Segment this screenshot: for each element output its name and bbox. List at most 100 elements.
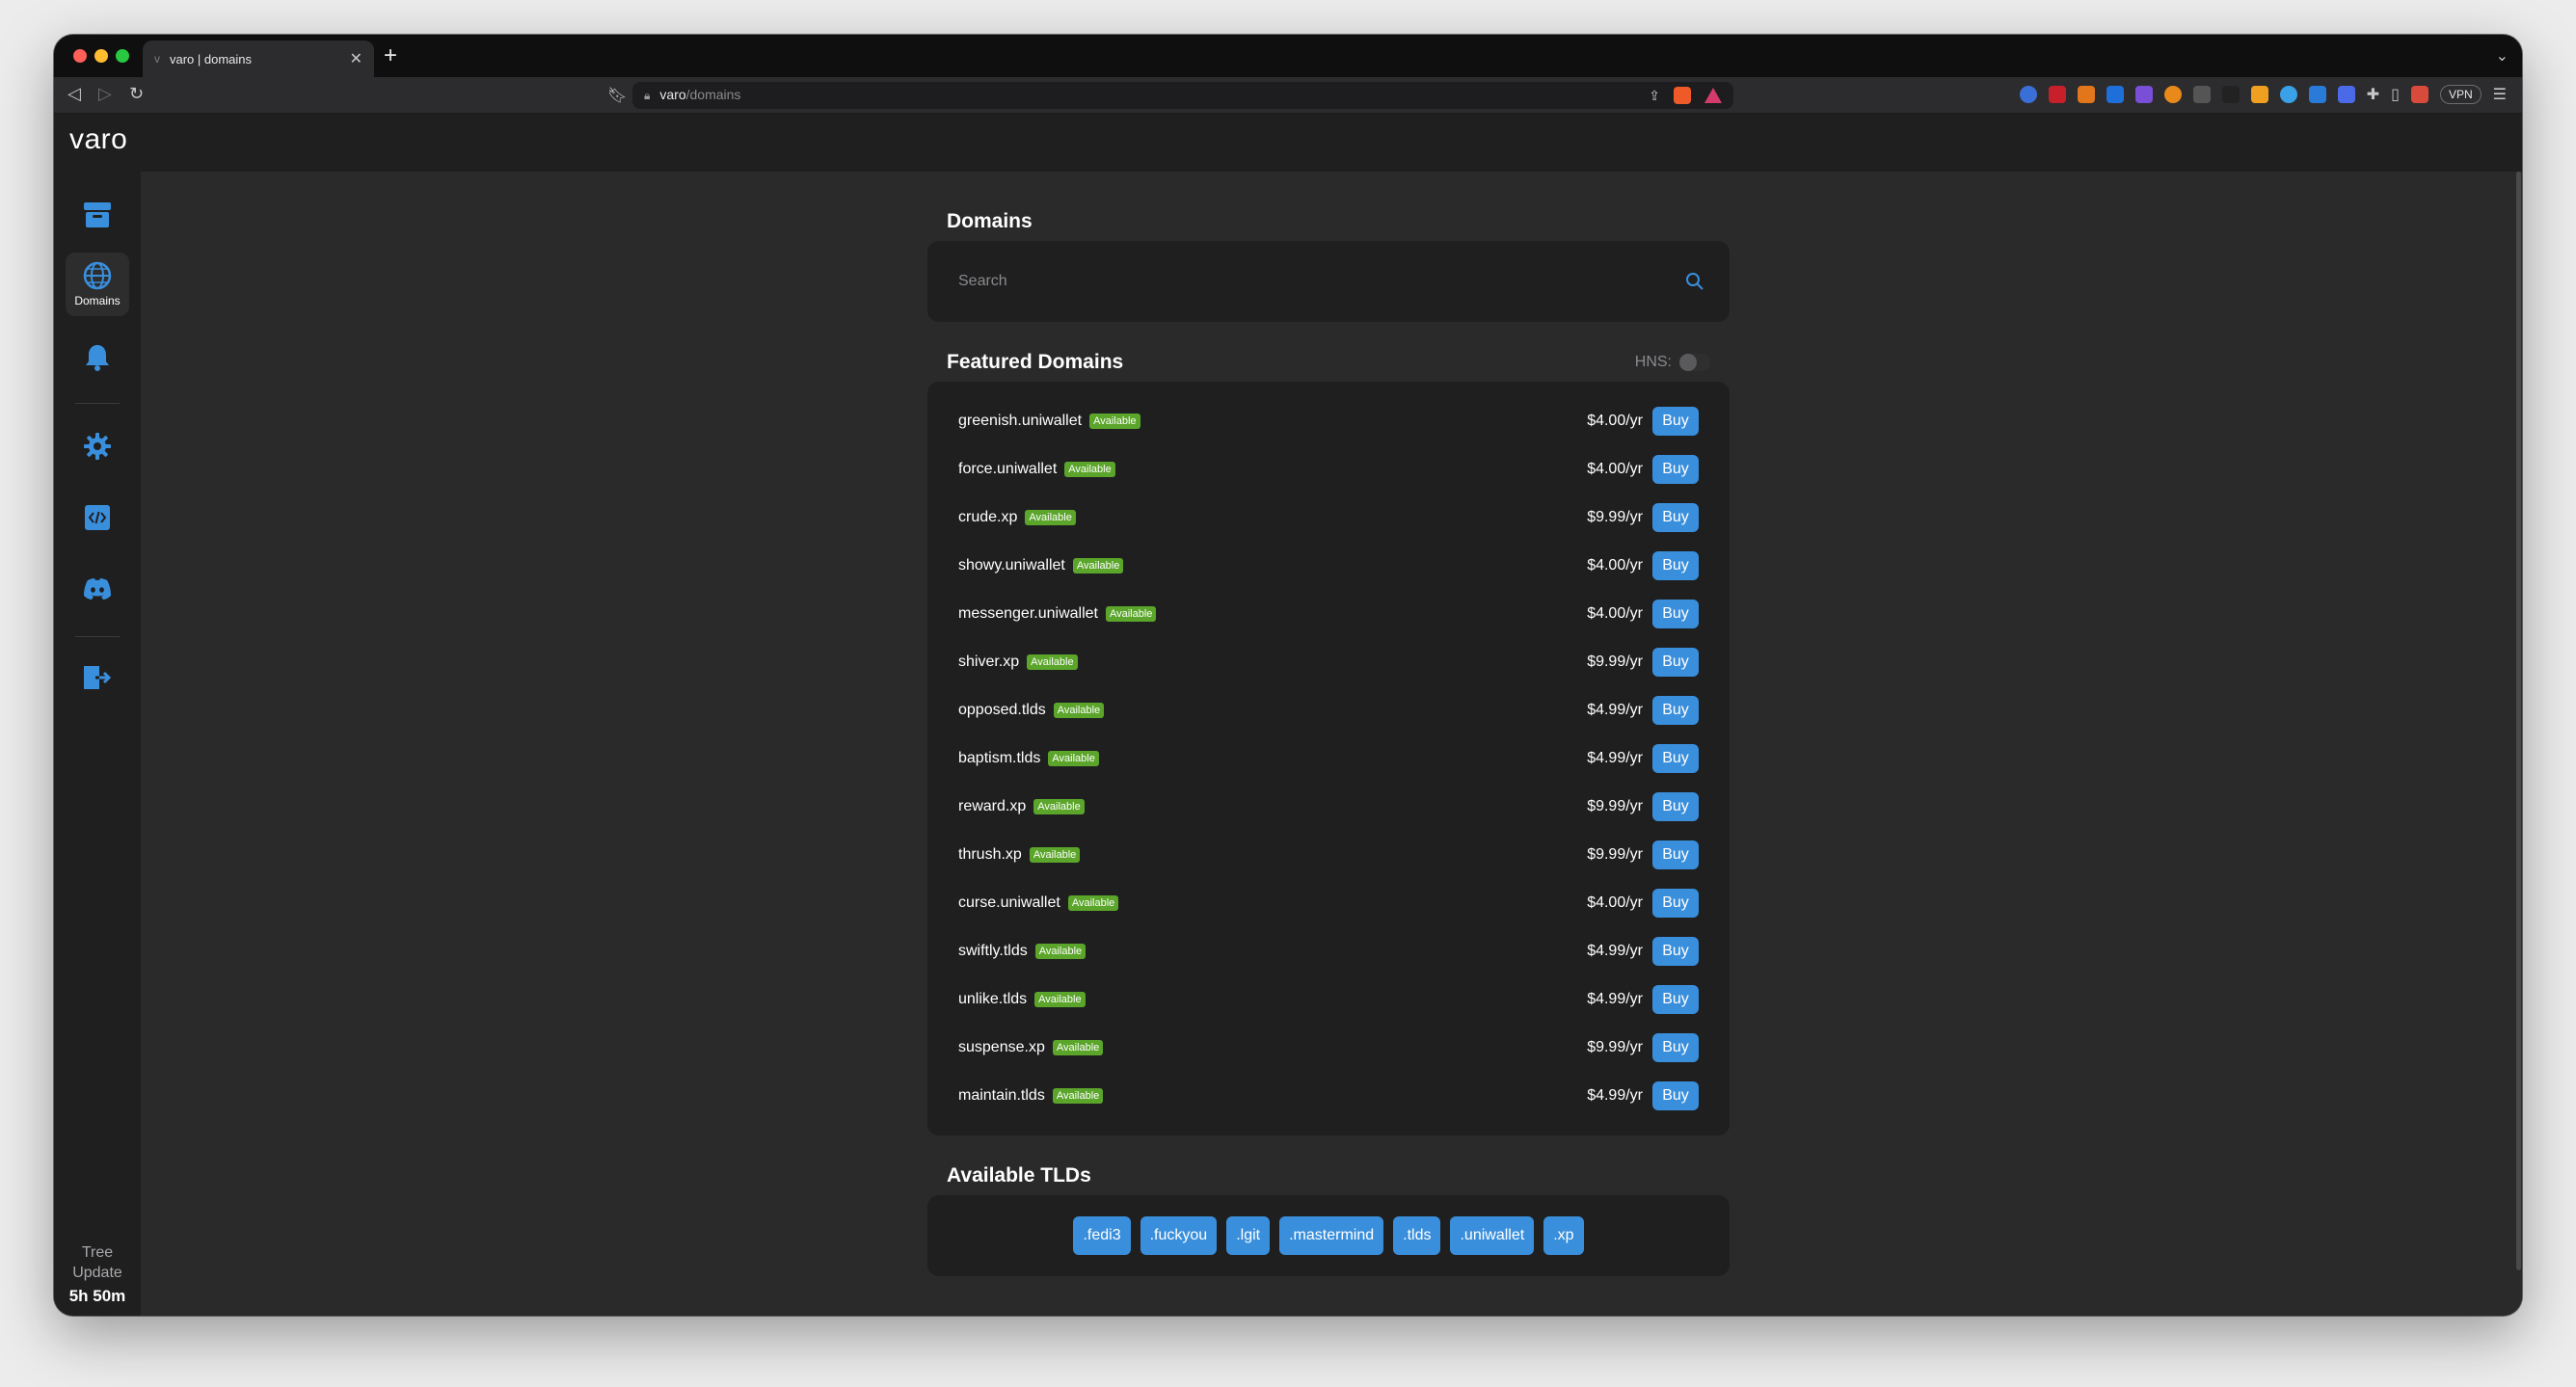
bookmark-icon[interactable]: 🔖︎ [607, 86, 627, 105]
back-button[interactable]: ◁ [67, 84, 81, 104]
forward-button[interactable]: ▷ [98, 84, 112, 104]
buy-button[interactable]: Buy [1652, 985, 1699, 1014]
featured-header: Featured Domains HNS: [927, 351, 1730, 374]
brand-logo[interactable]: varo [69, 123, 127, 156]
minimize-window-button[interactable] [94, 49, 108, 63]
buy-button[interactable]: Buy [1652, 1033, 1699, 1062]
domain-price: $4.99/yr [1587, 943, 1643, 959]
buy-button[interactable]: Buy [1652, 792, 1699, 821]
close-tab-icon[interactable]: ✕ [350, 49, 362, 68]
domain-name[interactable]: shiver.xp [958, 653, 1019, 671]
extension-blue-icon[interactable] [2279, 86, 2297, 103]
domain-name[interactable]: suspense.xp [958, 1039, 1045, 1056]
hns-toggle[interactable] [1679, 354, 1710, 371]
domain-price: $4.00/yr [1587, 605, 1643, 622]
domain-name[interactable]: thrush.xp [958, 846, 1022, 864]
menu-icon[interactable]: ☰ [2493, 85, 2507, 104]
domain-name[interactable]: curse.uniwallet [958, 894, 1060, 912]
tab-list-chevron-icon[interactable]: ⌄ [2496, 46, 2509, 66]
buy-button[interactable]: Buy [1652, 696, 1699, 725]
browser-window: v varo | domains ✕ + ⌄ ◁ ▷ ↻ 🔖︎ 🔒︎ varo/… [54, 35, 2522, 1316]
buy-button[interactable]: Buy [1652, 1081, 1699, 1110]
extension-purple-icon[interactable] [2134, 86, 2153, 103]
gear-icon [84, 433, 111, 460]
domain-name[interactable]: force.uniwallet [958, 461, 1057, 478]
share-icon[interactable]: ⇪ [1649, 88, 1660, 104]
code-icon [85, 505, 110, 530]
domain-name[interactable]: greenish.uniwallet [958, 413, 1082, 430]
sidebar: Domains Tree Update 5h 50m [54, 172, 141, 1316]
domain-name[interactable]: unlike.tlds [958, 991, 1027, 1008]
buy-button[interactable]: Buy [1652, 503, 1699, 532]
sidebar-item-domains[interactable]: Domains [66, 253, 129, 316]
status-badge: Available [1105, 606, 1157, 622]
sidebar-item-logout[interactable] [66, 646, 129, 709]
reload-button[interactable]: ↻ [129, 84, 144, 104]
brave-shields-icon[interactable] [1674, 87, 1691, 104]
brave-rewards-icon[interactable] [1704, 88, 1722, 103]
sidebar-item-developer[interactable] [66, 486, 129, 549]
tld-button[interactable]: .fedi3 [1073, 1216, 1131, 1255]
extension-orange-icon[interactable] [2163, 86, 2182, 103]
buy-button[interactable]: Buy [1652, 455, 1699, 484]
extension-wave-icon[interactable] [2337, 86, 2355, 103]
domain-price: $4.00/yr [1587, 461, 1643, 477]
domain-price: $4.99/yr [1587, 1087, 1643, 1104]
tld-button[interactable]: .xp [1543, 1216, 1584, 1255]
tld-button[interactable]: .uniwallet [1450, 1216, 1535, 1255]
domain-price: $4.99/yr [1587, 991, 1643, 1007]
ublock-icon[interactable] [2048, 86, 2066, 103]
domain-name[interactable]: messenger.uniwallet [958, 605, 1098, 623]
browser-tab-active[interactable]: v varo | domains ✕ [143, 40, 374, 77]
tld-button[interactable]: .mastermind [1279, 1216, 1384, 1255]
password-manager-icon[interactable] [2019, 86, 2037, 103]
notification-icon[interactable] [2410, 86, 2428, 103]
vpn-button[interactable]: VPN [2439, 85, 2482, 104]
buy-button[interactable]: Buy [1652, 648, 1699, 677]
domain-name[interactable]: baptism.tlds [958, 750, 1040, 767]
domain-name[interactable]: crude.xp [958, 509, 1017, 526]
domain-name[interactable]: showy.uniwallet [958, 557, 1065, 574]
domain-name[interactable]: swiftly.tlds [958, 943, 1028, 960]
buy-button[interactable]: Buy [1652, 937, 1699, 966]
search-icon[interactable] [1685, 272, 1704, 291]
address-bar[interactable]: 🔒︎ varo/domains ⇪ [632, 82, 1733, 109]
extension-window-icon[interactable] [2308, 86, 2326, 103]
tld-button[interactable]: .fuckyou [1140, 1216, 1218, 1255]
buy-button[interactable]: Buy [1652, 744, 1699, 773]
status-badge: Available [1027, 654, 1078, 670]
close-window-button[interactable] [73, 49, 87, 63]
tld-button[interactable]: .lgit [1226, 1216, 1271, 1255]
table-row: crude.xp Available $9.99/yr Buy [927, 493, 1730, 542]
sidebar-toggle-icon[interactable]: ▯ [2391, 85, 2400, 104]
new-tab-button[interactable]: + [384, 42, 397, 69]
buy-button[interactable]: Buy [1652, 407, 1699, 436]
page-scrollbar[interactable] [2514, 172, 2522, 1316]
sidebar-item-notifications[interactable] [66, 326, 129, 389]
domain-name[interactable]: opposed.tlds [958, 702, 1046, 719]
buy-button[interactable]: Buy [1652, 600, 1699, 628]
sidebar-item-manage[interactable] [66, 183, 129, 247]
status-badge: Available [1052, 1040, 1104, 1055]
sidebar-item-discord[interactable] [66, 557, 129, 621]
buy-button[interactable]: Buy [1652, 551, 1699, 580]
domain-price: $9.99/yr [1587, 653, 1643, 670]
extension-dark-icon[interactable] [2221, 86, 2240, 103]
buy-button[interactable]: Buy [1652, 889, 1699, 918]
metamask-icon[interactable] [2077, 86, 2095, 103]
rss-icon[interactable] [2250, 86, 2268, 103]
sidebar-item-settings[interactable] [66, 414, 129, 478]
tld-button[interactable]: .tlds [1393, 1216, 1441, 1255]
maximize-window-button[interactable] [116, 49, 129, 63]
extension-gray-icon[interactable] [2192, 86, 2211, 103]
scrollbar-thumb[interactable] [2516, 172, 2521, 1270]
keplr-icon[interactable] [2106, 86, 2124, 103]
buy-button[interactable]: Buy [1652, 840, 1699, 869]
search-input[interactable] [958, 273, 1685, 290]
puzzle-icon[interactable]: ✚ [2367, 85, 2379, 104]
logout-icon [84, 666, 112, 689]
domain-name[interactable]: maintain.tlds [958, 1087, 1045, 1105]
table-row: force.uniwallet Available $4.00/yr Buy [927, 445, 1730, 493]
domain-name[interactable]: reward.xp [958, 798, 1026, 815]
globe-icon [83, 261, 112, 290]
